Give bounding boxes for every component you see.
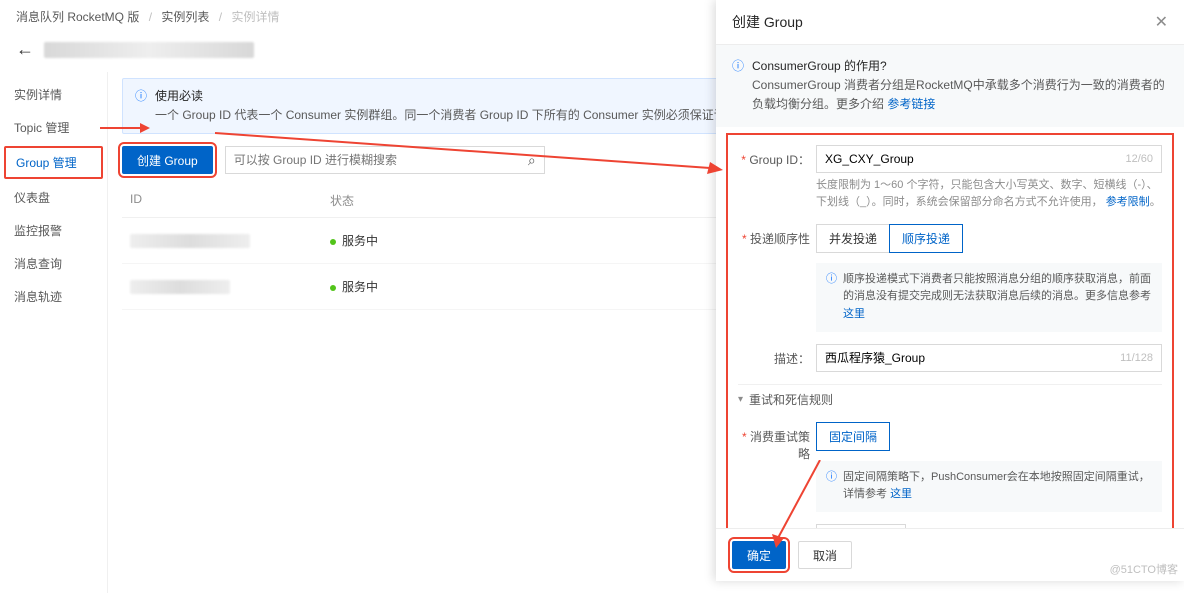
banner-link[interactable]: 参考链接: [887, 97, 935, 111]
watermark: @51CTO博客: [1110, 561, 1178, 577]
cell-id-redacted: [130, 234, 250, 248]
status-dot-icon: [330, 239, 336, 245]
retry-fixed-interval[interactable]: 固定间隔: [816, 422, 890, 451]
retry-policy-label: 消费重试策略: [738, 422, 810, 462]
crumb-3: 实例详情: [231, 10, 279, 24]
status-text: 服务中: [342, 234, 378, 248]
sidebar-item-message-query[interactable]: 消息查询: [0, 247, 107, 280]
col-id: ID: [130, 192, 330, 209]
sidebar-item-dashboard[interactable]: 仪表盘: [0, 181, 107, 214]
drawer-title: 创建 Group: [732, 12, 803, 32]
sidebar-item-group[interactable]: Group 管理: [4, 146, 103, 179]
delivery-label: 投递顺序性: [738, 224, 810, 247]
retry-policy-link[interactable]: 这里: [890, 488, 912, 500]
create-group-button[interactable]: 创建 Group: [122, 146, 213, 174]
group-id-input[interactable]: [825, 152, 1125, 166]
sidebar-item-instance[interactable]: 实例详情: [0, 78, 107, 111]
cancel-button[interactable]: 取消: [798, 541, 852, 569]
create-group-drawer: 创建 Group ✕ ⓘ ConsumerGroup 的作用? Consumer…: [716, 0, 1184, 581]
sidebar-item-message-trace[interactable]: 消息轨迹: [0, 280, 107, 313]
drawer-banner: ⓘ ConsumerGroup 的作用? ConsumerGroup 消费者分组…: [716, 45, 1184, 127]
info-icon: ⓘ: [732, 57, 744, 115]
sidebar-item-monitor[interactable]: 监控报警: [0, 214, 107, 247]
back-arrow-icon[interactable]: ←: [16, 39, 34, 60]
confirm-button[interactable]: 确定: [732, 541, 786, 569]
info-icon: ⓘ: [826, 271, 837, 324]
group-id-label: Group ID：: [738, 145, 810, 168]
info-icon: ⓘ: [135, 87, 147, 125]
delivery-radio-group: 并发投递 顺序投递: [816, 224, 1162, 253]
close-icon[interactable]: ✕: [1155, 12, 1168, 32]
group-id-counter: 12/60: [1125, 153, 1153, 165]
retry-section-title[interactable]: 重试和死信规则: [738, 384, 1162, 414]
banner-body: ConsumerGroup 消费者分组是RocketMQ中承载多个消费行为一致的…: [752, 78, 1165, 111]
delivery-concurrent[interactable]: 并发投递: [816, 224, 889, 253]
drawer-form: Group ID： 12/60 长度限制为 1～60 个字符，只能包含大小写英文…: [726, 133, 1174, 528]
delivery-info: 顺序投递模式下消费者只能按照消息分组的顺序获取消息，前面的消息没有提交完成则无法…: [843, 273, 1151, 303]
status-text: 服务中: [342, 280, 378, 294]
crumb-1[interactable]: 消息队列 RocketMQ 版: [16, 10, 139, 24]
banner-title: ConsumerGroup 的作用?: [752, 57, 1168, 76]
desc-label: 描述：: [738, 344, 810, 367]
delivery-info-link[interactable]: 这里: [843, 308, 865, 320]
status-dot-icon: [330, 285, 336, 291]
search-input[interactable]: [234, 153, 528, 167]
crumb-2[interactable]: 实例列表: [161, 10, 209, 24]
cell-id-redacted: [130, 280, 230, 294]
sidebar-item-topic[interactable]: Topic 管理: [0, 111, 107, 144]
info-icon: ⓘ: [826, 469, 837, 504]
desc-input[interactable]: [825, 351, 1120, 365]
instance-title-redacted: [44, 42, 254, 58]
group-id-help-link[interactable]: 参考限制: [1106, 196, 1150, 208]
search-box[interactable]: ⌕: [225, 146, 545, 174]
sidebar: 实例详情 Topic 管理 Group 管理 仪表盘 监控报警 消息查询 消息轨…: [0, 72, 108, 593]
search-icon[interactable]: ⌕: [528, 152, 536, 169]
desc-counter: 11/128: [1120, 352, 1153, 364]
delivery-ordered[interactable]: 顺序投递: [889, 224, 963, 253]
col-status: 状态: [330, 192, 630, 209]
